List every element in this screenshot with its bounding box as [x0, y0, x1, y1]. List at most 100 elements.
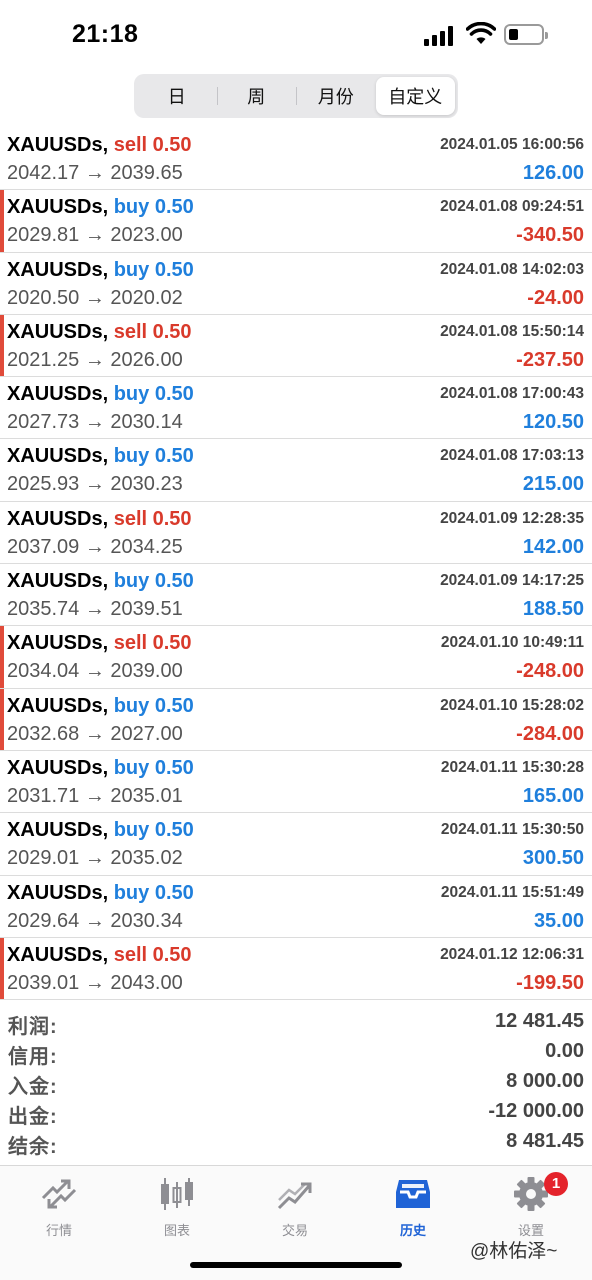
trade-row[interactable]: XAUUSDs, buy 0.50 2024.01.11 15:30:28 2031…	[0, 751, 592, 814]
trade-datetime: 2024.01.08 17:00:43	[440, 385, 584, 403]
trade-prices: 2020.50 → 2020.02	[7, 286, 183, 309]
trade-side: buy 0.50	[113, 819, 194, 842]
chart-candles-icon	[161, 1178, 193, 1210]
period-week-tab[interactable]: 周	[216, 77, 297, 115]
trade-row[interactable]: XAUUSDs, buy 0.50 2024.01.09 14:17:25 2035…	[0, 564, 592, 627]
summary-label: 利润:	[8, 1016, 58, 1038]
summary-row: 结余: 8 481.45	[0, 1128, 592, 1158]
trade-row[interactable]: XAUUSDs, sell 0.50 2024.01.10 10:49:11 203…	[0, 626, 592, 689]
trade-prices: 2031.71 → 2035.01	[7, 784, 183, 807]
trade-row[interactable]: XAUUSDs, buy 0.50 2024.01.08 17:03:13 2025…	[0, 439, 592, 502]
symbol-label: XAUUSDs,	[7, 320, 109, 343]
trade-prices: 2035.74 → 2039.51	[7, 598, 183, 621]
trade-datetime: 2024.01.12 12:06:31	[440, 945, 584, 963]
trade-symbol: XAUUSDs, sell 0.50	[7, 508, 192, 531]
symbol-label: XAUUSDs,	[7, 756, 109, 779]
trade-row[interactable]: XAUUSDs, buy 0.50 2024.01.11 15:30:50 2029…	[0, 813, 592, 876]
trade-side: buy 0.50	[113, 694, 194, 717]
trade-row[interactable]: XAUUSDs, buy 0.50 2024.01.11 15:51:49 2029…	[0, 876, 592, 938]
trade-row[interactable]: XAUUSDs, buy 0.50 2024.01.08 17:00:43 2027…	[0, 377, 592, 440]
trade-row[interactable]: XAUUSDs, buy 0.50 2024.01.10 15:28:02 2032…	[0, 688, 592, 751]
trade-symbol: XAUUSDs, sell 0.50	[7, 134, 192, 157]
trade-profit: 165.00	[522, 784, 584, 807]
trade-row[interactable]: XAUUSDs, buy 0.50 2024.01.08 14:02:03 2020…	[0, 253, 592, 315]
trade-side: buy 0.50	[113, 383, 194, 406]
quotes-icon	[41, 1179, 77, 1209]
trade-profit: 126.00	[522, 162, 584, 184]
trade-row[interactable]: XAUUSDs, sell 0.50 2024.01.12 12:06:31 203…	[0, 937, 592, 1001]
trade-symbol: XAUUSDs, sell 0.50	[7, 944, 192, 967]
symbol-label: XAUUSDs,	[7, 196, 109, 219]
trade-profit: 215.00	[522, 473, 584, 496]
trade-prices: 2029.01 → 2035.02	[7, 847, 183, 870]
trade-symbol: XAUUSDs, buy 0.50	[7, 445, 194, 468]
cellular-signal-icon	[424, 26, 456, 46]
tab-quotes[interactable]: 行情	[0, 1176, 118, 1246]
symbol-label: XAUUSDs,	[7, 881, 109, 904]
summary-label: 结余:	[8, 1136, 58, 1158]
period-custom-tab[interactable]: 自定义	[375, 77, 455, 115]
summary-label: 入金:	[8, 1076, 58, 1098]
summary-value: 8 481.45	[506, 1130, 584, 1152]
trade-side: sell 0.50	[113, 632, 192, 655]
trade-icon	[277, 1182, 312, 1210]
tab-trade[interactable]: 交易	[236, 1176, 354, 1246]
trade-symbol: XAUUSDs, buy 0.50	[7, 695, 194, 718]
trade-datetime: 2024.01.08 17:03:13	[440, 447, 584, 465]
trade-symbol: XAUUSDs, buy 0.50	[7, 259, 194, 282]
trade-side: sell 0.50	[113, 943, 192, 966]
trade-prices: 2034.04 → 2039.00	[7, 660, 183, 683]
symbol-label: XAUUSDs,	[7, 258, 109, 281]
trade-prices: 2027.73 → 2030.14	[7, 411, 183, 434]
trade-side: buy 0.50	[113, 258, 194, 281]
trade-prices: 2029.64 → 2030.34	[7, 909, 183, 932]
trade-datetime: 2024.01.11 15:30:28	[440, 758, 584, 776]
trade-datetime: 2024.01.09 12:28:35	[440, 509, 584, 527]
trade-profit: 300.50	[522, 847, 584, 870]
trade-row[interactable]: XAUUSDs, sell 0.50 2024.01.05 16:00:56 204…	[0, 128, 592, 191]
trade-history-list: XAUUSDs, sell 0.50 2024.01.05 16:00:56 204…	[0, 128, 592, 1001]
tab-chart[interactable]: 图表	[118, 1176, 236, 1246]
symbol-label: XAUUSDs,	[7, 632, 109, 655]
trade-profit: -199.50	[516, 971, 584, 994]
symbol-label: XAUUSDs,	[7, 134, 109, 156]
summary-row: 出金: -12 000.00	[0, 1098, 592, 1128]
watermark-text: @林佑泽~	[470, 1241, 558, 1262]
trade-symbol: XAUUSDs, buy 0.50	[7, 882, 194, 905]
trade-datetime: 2024.01.10 10:49:11	[440, 634, 584, 652]
trade-side: buy 0.50	[113, 570, 194, 593]
trade-side: buy 0.50	[113, 881, 194, 904]
trade-symbol: XAUUSDs, buy 0.50	[7, 570, 194, 593]
home-indicator[interactable]	[190, 1262, 402, 1268]
tab-label: 历史	[399, 1223, 426, 1238]
notification-badge: 1	[544, 1172, 568, 1196]
trade-prices: 2039.01 → 2043.00	[7, 971, 183, 994]
trade-datetime: 2024.01.08 09:24:51	[440, 198, 584, 216]
symbol-label: XAUUSDs,	[7, 694, 109, 717]
trade-row[interactable]: XAUUSDs, sell 0.50 2024.01.09 12:28:35 203…	[0, 502, 592, 565]
trade-profit: 120.50	[522, 411, 584, 434]
summary-value: -12 000.00	[488, 1100, 584, 1122]
period-day-tab[interactable]: 日	[137, 77, 217, 115]
wifi-icon	[466, 22, 496, 44]
tab-history[interactable]: 历史	[354, 1176, 472, 1246]
symbol-label: XAUUSDs,	[7, 819, 109, 842]
trade-row[interactable]: XAUUSDs, sell 0.50 2024.01.08 15:50:14 202…	[0, 314, 592, 378]
trade-datetime: 2024.01.08 14:02:03	[440, 260, 584, 278]
trade-side: sell 0.50	[113, 507, 192, 530]
trade-prices: 2029.81 → 2023.00	[7, 224, 183, 247]
trade-side: sell 0.50	[113, 320, 192, 343]
trade-row[interactable]: XAUUSDs, buy 0.50 2024.01.08 09:24:51 2029…	[0, 190, 592, 253]
trade-datetime: 2024.01.08 15:50:14	[440, 322, 584, 340]
summary-row: 利润: 12 481.45	[0, 1008, 592, 1038]
summary-label: 信用:	[8, 1046, 58, 1068]
trade-prices: 2037.09 → 2034.25	[7, 535, 183, 558]
summary-value: 0.00	[545, 1040, 584, 1062]
trade-datetime: 2024.01.09 14:17:25	[440, 572, 584, 590]
summary-value: 12 481.45	[495, 1010, 584, 1032]
trade-datetime: 2024.01.11 15:30:50	[440, 821, 584, 839]
period-month-tab[interactable]: 月份	[296, 77, 376, 115]
status-time: 21:18	[72, 20, 139, 48]
trade-symbol: XAUUSDs, buy 0.50	[7, 757, 194, 780]
trade-prices: 2032.68 → 2027.00	[7, 722, 183, 745]
